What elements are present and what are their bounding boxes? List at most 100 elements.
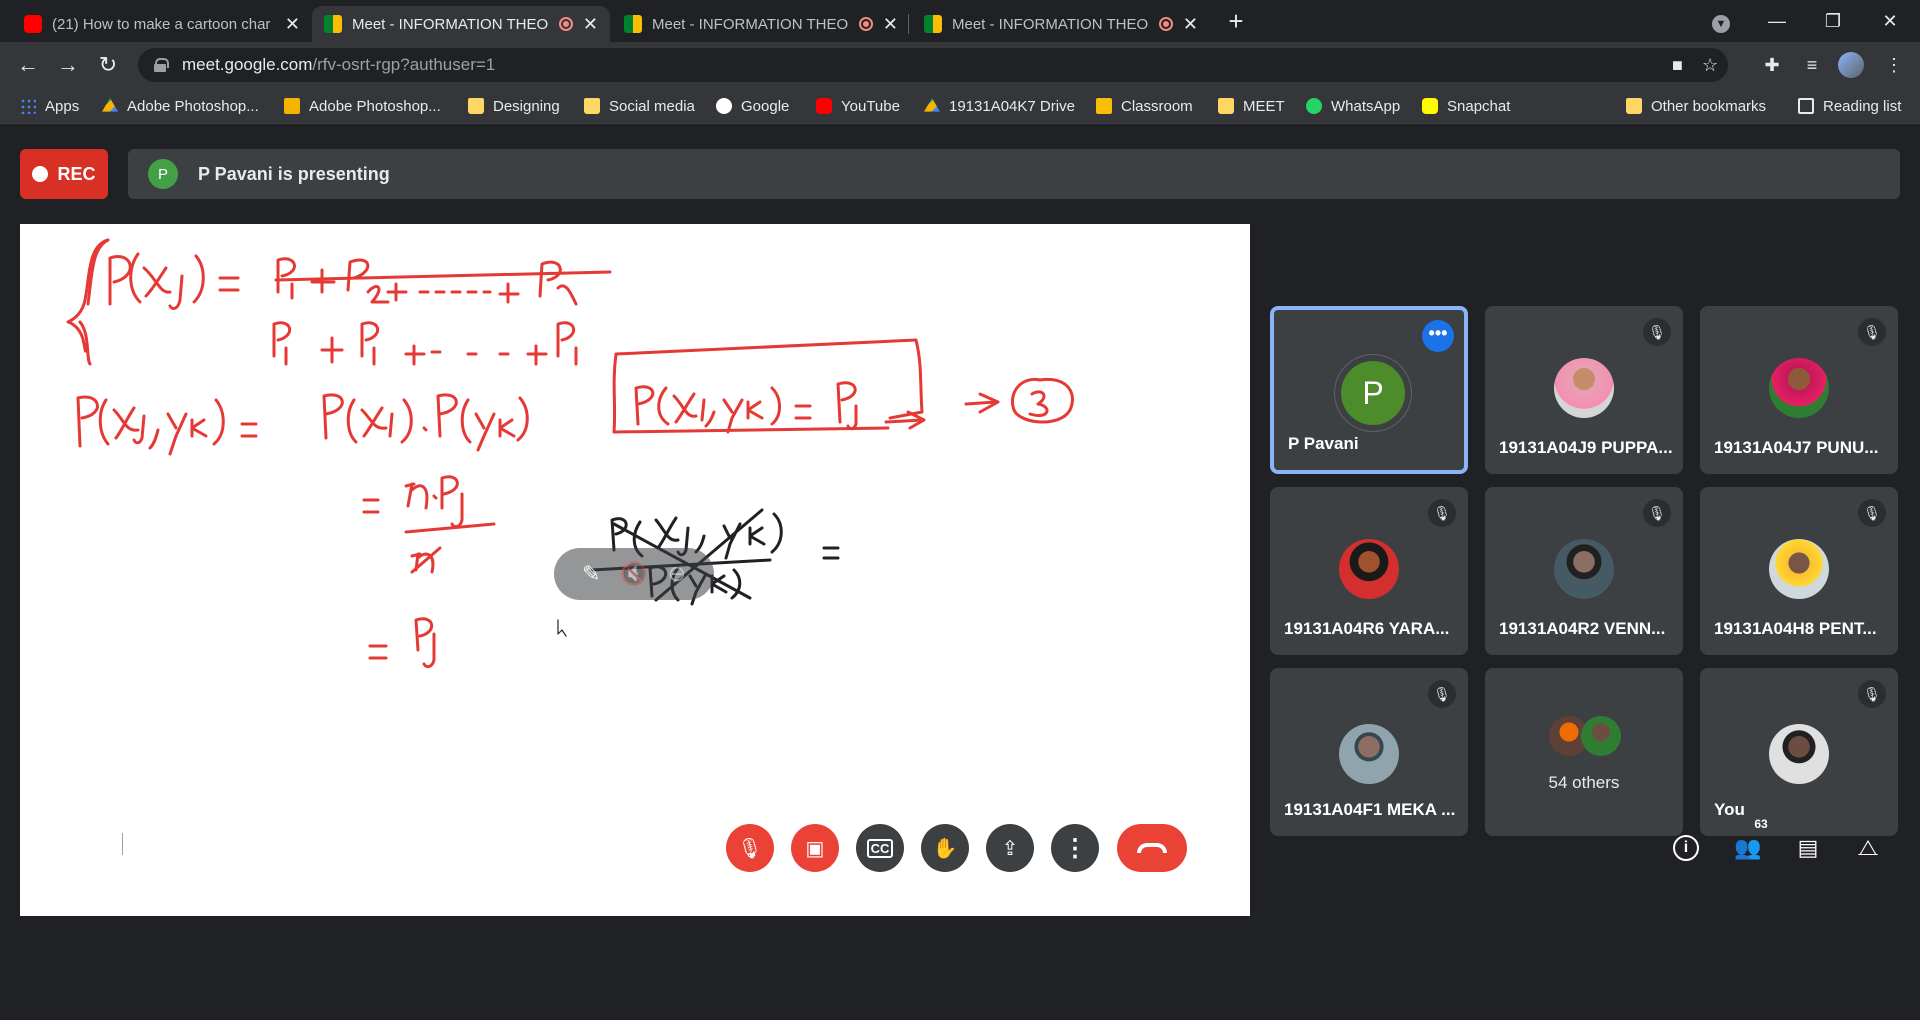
browser-toolbar: ← → ↻ meet.google.com/rfv-osrt-rgp?authu…	[0, 42, 1920, 88]
forward-button[interactable]: →	[52, 49, 84, 81]
bookmark-adobe-2[interactable]: Adobe Photoshop...	[284, 96, 441, 116]
tab-youtube[interactable]: (21) How to make a cartoon char ✕	[12, 6, 312, 42]
participant-tile[interactable]: 🎙 19131A04F1 MEKA ...	[1270, 668, 1468, 836]
tab-title: Meet - INFORMATION THEO	[352, 15, 549, 33]
presenting-banner: P P Pavani is presenting	[128, 149, 1900, 199]
bookmark-classroom[interactable]: Classroom	[1096, 96, 1193, 116]
people-button[interactable]: 👥	[1730, 830, 1766, 866]
participant-tile[interactable]: 🎙 19131A04R2 VENN...	[1485, 487, 1683, 655]
reload-button[interactable]: ↻	[92, 49, 124, 81]
meeting-title: INFORMATION THEORY	[138, 832, 367, 854]
bookmark-google[interactable]: Google	[716, 96, 789, 116]
tab-meet-2[interactable]: Meet - INFORMATION THEO ✕	[612, 6, 910, 42]
chat-icon: ▤	[1797, 835, 1819, 860]
bookmark-label: Reading list	[1823, 97, 1902, 115]
whatsapp-icon	[1306, 98, 1322, 114]
profile-avatar[interactable]	[1838, 52, 1864, 78]
participant-tile-you[interactable]: 🎙 You	[1700, 668, 1898, 836]
drive-icon	[924, 98, 940, 112]
new-tab-button[interactable]: +	[1220, 6, 1252, 38]
clock-time: 4:05 PM	[30, 832, 106, 854]
captions-button[interactable]: CC	[856, 824, 904, 872]
pin-icon[interactable]: ✎	[582, 561, 600, 587]
media-control-icon[interactable]: ≡	[1796, 49, 1828, 81]
more-options-icon[interactable]: •••	[1422, 320, 1454, 352]
participant-tile-pavani[interactable]: P ••• P Pavani	[1270, 306, 1468, 474]
recording-icon	[558, 17, 573, 31]
participant-name: 19131A04J9 PUPPA...	[1499, 438, 1673, 457]
close-tab-icon[interactable]: ✕	[583, 14, 598, 35]
bookmark-youtube[interactable]: YouTube	[816, 96, 900, 116]
activities-button[interactable]: ⧍	[1850, 830, 1886, 866]
tab-meet-active[interactable]: Meet - INFORMATION THEO ✕	[312, 6, 610, 42]
recording-icon	[1158, 17, 1173, 31]
recording-indicator[interactable]: REC	[20, 149, 108, 199]
browser-tab-bar: (21) How to make a cartoon char ✕ Meet -…	[0, 0, 1920, 42]
bookmark-label: 19131A04K7 Drive	[949, 97, 1075, 115]
drive-icon	[102, 98, 118, 112]
google-icon	[716, 98, 732, 114]
lock-icon	[154, 58, 169, 72]
snapchat-icon	[1422, 98, 1438, 114]
participant-avatar	[1339, 724, 1399, 784]
mute-audio-icon[interactable]: 🔇	[620, 561, 647, 587]
tab-separator	[908, 14, 909, 34]
reading-list[interactable]: Reading list	[1798, 96, 1901, 116]
bookmark-whatsapp[interactable]: WhatsApp	[1306, 96, 1400, 116]
bookmark-adobe-1[interactable]: Adobe Photoshop...	[102, 96, 259, 116]
mic-off-icon: 🎙	[1858, 680, 1886, 708]
reading-list-icon	[1798, 98, 1814, 114]
chat-button[interactable]: ▤	[1790, 830, 1826, 866]
present-now-button[interactable]: ⇪	[986, 824, 1034, 872]
participant-tile[interactable]: 🎙 19131A04H8 PENT...	[1700, 487, 1898, 655]
bookmark-drive[interactable]: 19131A04K7 Drive	[924, 96, 1075, 116]
bookmark-apps[interactable]: Apps	[20, 96, 79, 116]
bookmark-social-media[interactable]: Social media	[584, 96, 695, 116]
camera-toggle-button[interactable]: ▣	[791, 824, 839, 872]
bookmark-label: Snapchat	[1447, 97, 1511, 115]
mic-off-icon: 🎙	[1643, 318, 1671, 346]
bookmark-meet[interactable]: MEET	[1218, 96, 1285, 116]
participant-tile[interactable]: 🎙 19131A04J7 PUNU...	[1700, 306, 1898, 474]
tab-search-button[interactable]: ▼	[1701, 6, 1741, 36]
camera-in-use-icon[interactable]: ■	[1672, 48, 1683, 82]
folder-icon	[1626, 98, 1642, 114]
minimize-button[interactable]: —	[1757, 6, 1797, 36]
bookmark-other[interactable]: Other bookmarks	[1626, 96, 1766, 116]
pin-controls-overlay[interactable]: ✎ 🔇 ⊖	[554, 548, 714, 600]
raise-hand-button[interactable]: ✋	[921, 824, 969, 872]
tab-title: (21) How to make a cartoon char	[52, 15, 271, 33]
presenter-avatar: P	[148, 159, 178, 189]
back-button[interactable]: ←	[12, 49, 44, 81]
photoshop-icon	[284, 98, 300, 114]
participant-tile[interactable]: 🎙 19131A04R6 YARA...	[1270, 487, 1468, 655]
mic-toggle-button[interactable]: 🎙	[726, 824, 774, 872]
others-tile[interactable]: 54 others	[1485, 668, 1683, 836]
tab-meet-3[interactable]: Meet - INFORMATION THEO ✕	[912, 6, 1210, 42]
tab-title: Meet - INFORMATION THEO	[952, 15, 1149, 33]
leave-call-button[interactable]	[1117, 824, 1187, 872]
remove-icon[interactable]: ⊖	[668, 561, 686, 587]
folder-icon	[1218, 98, 1234, 114]
bookmark-snapchat[interactable]: Snapchat	[1422, 96, 1510, 116]
close-tab-icon[interactable]: ✕	[1183, 14, 1198, 35]
close-tab-icon[interactable]: ✕	[285, 14, 300, 35]
presentation-stage[interactable]: ✎ 🔇 ⊖	[20, 224, 1250, 916]
bookmark-label: Apps	[45, 97, 80, 115]
mic-off-icon: 🎙	[1643, 499, 1671, 527]
bookmarks-bar: Apps Adobe Photoshop... Adobe Photoshop.…	[0, 88, 1920, 124]
close-window-button[interactable]: ✕	[1870, 6, 1910, 36]
more-options-button[interactable]: ⋮	[1051, 824, 1099, 872]
meet-icon	[324, 15, 342, 33]
close-tab-icon[interactable]: ✕	[883, 14, 898, 35]
extensions-icon[interactable]: ✚	[1756, 49, 1788, 81]
menu-kebab-icon[interactable]: ⋮	[1878, 49, 1910, 81]
address-bar[interactable]: meet.google.com/rfv-osrt-rgp?authuser=1 …	[138, 48, 1728, 82]
participant-tile[interactable]: 🎙 19131A04J9 PUPPA...	[1485, 306, 1683, 474]
bookmark-star-icon[interactable]: ☆	[1702, 48, 1718, 82]
meeting-info-button[interactable]: i	[1668, 830, 1704, 866]
restore-button[interactable]: ❐	[1813, 6, 1853, 36]
participant-avatar	[1554, 539, 1614, 599]
bookmark-designing[interactable]: Designing	[468, 96, 560, 116]
info-icon: i	[1673, 835, 1699, 861]
